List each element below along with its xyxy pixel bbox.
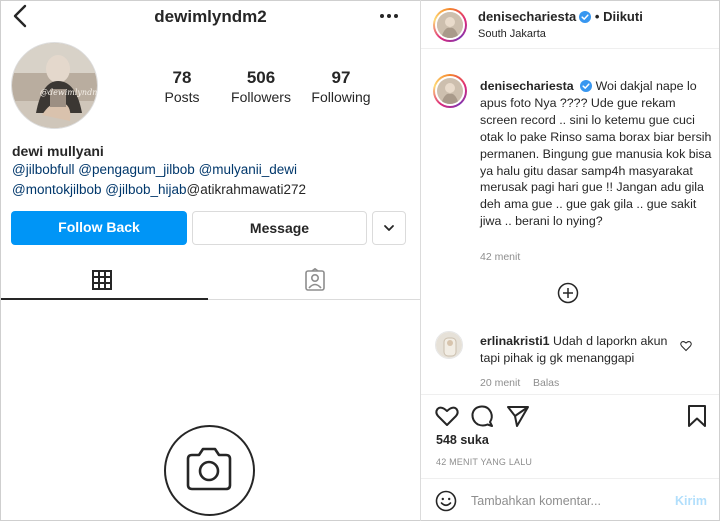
stat-following[interactable]: 97 Following (302, 68, 380, 106)
caption-timestamp: 42 menit (480, 251, 521, 263)
profile-username: dewimlyndm2 (154, 7, 267, 26)
comment-like-heart-icon[interactable] (680, 340, 692, 352)
stat-followers-value: 506 (246, 68, 276, 87)
comment-icon[interactable] (469, 403, 495, 429)
tab-tagged[interactable] (208, 260, 420, 300)
verified-badge-icon (580, 80, 593, 92)
bio-mention[interactable]: @jilbob_hijab (105, 182, 186, 197)
add-comment-input[interactable] (471, 489, 661, 513)
add-comment-bar: Kirim (421, 478, 719, 520)
avatar-photo: @dewimlyndm (12, 43, 98, 128)
bio-line: @montokjilbob @jilbob_hijab@atikrahmawat… (12, 180, 412, 200)
emoji-icon[interactable] (435, 490, 457, 512)
post-timestamp: 42 MENIT YANG LALU (436, 457, 533, 467)
header-separator: • (594, 9, 600, 24)
caption-text: Woi dakjal nape lo apus foto Nya ???? Ud… (480, 79, 712, 229)
caption-author-avatar[interactable] (433, 74, 467, 108)
bio-mention[interactable]: @montokjilbob (12, 182, 102, 197)
stat-following-label: Following (311, 89, 371, 105)
author-avatar-photo (437, 12, 463, 38)
commenter-avatar-photo (436, 332, 462, 358)
post-comment-button[interactable]: Kirim (675, 494, 707, 508)
post-author-username[interactable]: denisechariesta (478, 9, 576, 24)
stat-posts-label: Posts (164, 89, 200, 105)
profile-avatar[interactable]: @dewimlyndm (11, 42, 98, 129)
post-location[interactable]: South Jakarta (478, 28, 546, 40)
stat-posts[interactable]: 78 Posts (152, 68, 212, 106)
profile-display-name: dewi mullyani (12, 143, 104, 159)
message-button[interactable]: Message (192, 211, 367, 245)
camera-placeholder (164, 425, 255, 516)
chevron-down-icon (384, 225, 394, 231)
profile-top-bar: dewimlyndm2 (1, 1, 420, 35)
plus-circle-icon[interactable] (557, 282, 579, 304)
suggested-dropdown-button[interactable] (372, 211, 406, 245)
post-actions-bar (421, 394, 719, 434)
more-options-icon[interactable] (377, 5, 401, 27)
bookmark-icon[interactable] (684, 403, 710, 429)
comment-username[interactable]: erlinakristi1 (480, 334, 550, 348)
tab-grid[interactable] (1, 260, 208, 300)
tagged-icon (305, 268, 325, 291)
verified-badge-icon (579, 11, 592, 23)
post-header: denisechariesta • Diikuti South Jakarta (421, 1, 719, 49)
stat-following-value: 97 (331, 68, 351, 87)
like-count[interactable]: 548 suka (436, 433, 489, 447)
post-panel: denisechariesta • Diikuti South Jakarta … (421, 1, 719, 520)
bio-line: @jilbobfull @pengagum_jilbob @mulyanii_d… (12, 160, 412, 180)
active-tab-indicator (1, 298, 208, 300)
stat-followers-label: Followers (231, 89, 291, 105)
profile-panel: dewimlyndm2 @dewimlyndm 78 Posts 506 Fol… (1, 1, 420, 520)
bio-mention[interactable]: @mulyanii_dewi (199, 162, 298, 177)
post-caption: denisechariesta Woi dakjal nape lo apus … (480, 78, 712, 230)
follow-status-button[interactable]: Diikuti (603, 9, 643, 24)
share-icon[interactable] (505, 403, 531, 429)
comment-body: erlinakristi1 Udah d laporkn akun tapi p… (480, 333, 685, 367)
profile-bio: @jilbobfull @pengagum_jilbob @mulyanii_d… (12, 160, 412, 199)
grid-icon (92, 270, 112, 290)
caption-avatar-photo (437, 78, 463, 104)
bio-mention[interactable]: @jilbobfull (12, 162, 74, 177)
post-author-line: denisechariesta • Diikuti (478, 9, 643, 24)
profile-tabs (1, 260, 420, 300)
bio-plain-text: @atikrahmawati272 (186, 181, 307, 197)
follow-back-button[interactable]: Follow Back (11, 211, 187, 245)
avatar-watermark: @dewimlyndm (40, 88, 98, 97)
heart-icon[interactable] (434, 403, 460, 429)
camera-icon (186, 447, 232, 491)
stat-posts-value: 78 (172, 68, 192, 87)
stat-followers[interactable]: 506 Followers (221, 68, 301, 106)
comment-reply-button[interactable]: Balas (533, 377, 559, 389)
comment-timestamp: 20 menit (480, 377, 521, 389)
commenter-avatar[interactable] (435, 331, 463, 359)
bio-mention[interactable]: @pengagum_jilbob (78, 162, 195, 177)
caption-username[interactable]: denisechariesta (480, 79, 574, 93)
author-avatar[interactable] (433, 8, 467, 42)
